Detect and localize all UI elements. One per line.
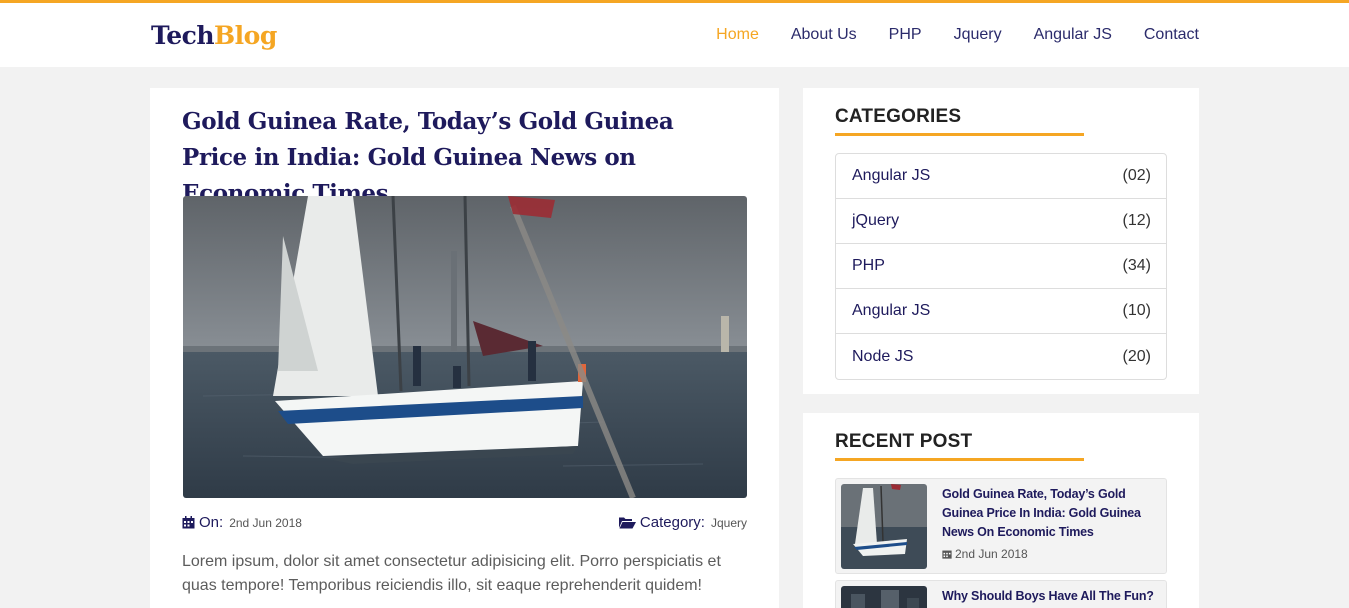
heading-underline (835, 458, 1084, 461)
nav-php[interactable]: PHP (889, 26, 922, 44)
category-name: jQuery (852, 212, 900, 229)
folder-open-icon (618, 517, 636, 529)
category-item-angular-js-2[interactable]: Angular JS (10) (836, 289, 1166, 334)
post-category-link[interactable]: Jquery (711, 516, 747, 530)
category-name: Node JS (852, 347, 914, 365)
logo-text-blog: Blog (214, 21, 277, 50)
post-excerpt: Lorem ipsum, dolor sit amet consectetur … (182, 553, 721, 594)
heading-underline (835, 133, 1084, 136)
recent-post-date-text: 2nd Jun 2018 (955, 547, 1028, 561)
category-label: Category: (639, 514, 705, 531)
site-header: TechBlog Home About Us PHP Jquery Angula… (0, 0, 1349, 67)
recent-post-title[interactable]: Why Should Boys Have All The Fun? (942, 587, 1164, 606)
category-count: (20) (1122, 347, 1151, 365)
recent-post-item[interactable]: Why Should Boys Have All The Fun? (835, 580, 1167, 608)
site-logo[interactable]: TechBlog (151, 21, 277, 50)
category-item-node-js[interactable]: Node JS (20) (836, 334, 1166, 379)
category-item-jquery[interactable]: jQuery (12) (836, 199, 1166, 244)
logo-text-tech: Tech (151, 21, 215, 50)
recent-post-heading: RECENT POST (835, 431, 973, 452)
category-count: (34) (1122, 257, 1151, 274)
post-date: 2nd Jun 2018 (229, 515, 302, 530)
nav-about-us[interactable]: About Us (791, 26, 857, 44)
post-date-meta: On: 2nd Jun 2018 (182, 514, 302, 531)
category-count: (02) (1122, 167, 1151, 184)
main-nav: Home About Us PHP Jquery Angular JS Cont… (684, 3, 1199, 67)
recent-post-thumbnail[interactable] (841, 484, 927, 569)
recent-post-date: 2nd Jun 2018 (942, 547, 1028, 561)
calendar-icon (182, 516, 195, 529)
recent-posts-widget: RECENT POST Gold Guinea Rate, Today’s Go… (803, 413, 1199, 608)
category-name: Angular JS (852, 302, 931, 319)
categories-widget: CATEGORIES Angular JS (02) jQuery (12) P… (803, 88, 1199, 394)
category-item-php[interactable]: PHP (34) (836, 244, 1166, 289)
nav-contact[interactable]: Contact (1144, 26, 1199, 44)
category-name: Angular JS (852, 167, 931, 184)
recent-post-item[interactable]: Gold Guinea Rate, Today’s Gold Guinea Pr… (835, 478, 1167, 574)
calendar-icon (942, 550, 952, 559)
categories-heading: CATEGORIES (835, 106, 962, 127)
category-name: PHP (852, 257, 885, 274)
nav-jquery[interactable]: Jquery (954, 26, 1002, 44)
recent-post-title[interactable]: Gold Guinea Rate, Today’s Gold Guinea Pr… (942, 485, 1164, 542)
category-item-angular-js[interactable]: Angular JS (02) (836, 154, 1166, 199)
category-list: Angular JS (02) jQuery (12) PHP (34) Ang… (835, 153, 1167, 380)
post-image-sailboat[interactable] (183, 196, 747, 498)
nav-home[interactable]: Home (716, 26, 759, 44)
recent-post-thumbnail[interactable] (841, 586, 927, 608)
category-count: (10) (1122, 302, 1151, 319)
category-count: (12) (1122, 212, 1151, 229)
date-label: On: (199, 514, 224, 531)
post-category-meta: Category: Jquery (618, 514, 747, 531)
post-card: Gold Guinea Rate, Today’s Gold Guinea Pr… (150, 88, 779, 608)
nav-angular-js[interactable]: Angular JS (1034, 26, 1112, 44)
